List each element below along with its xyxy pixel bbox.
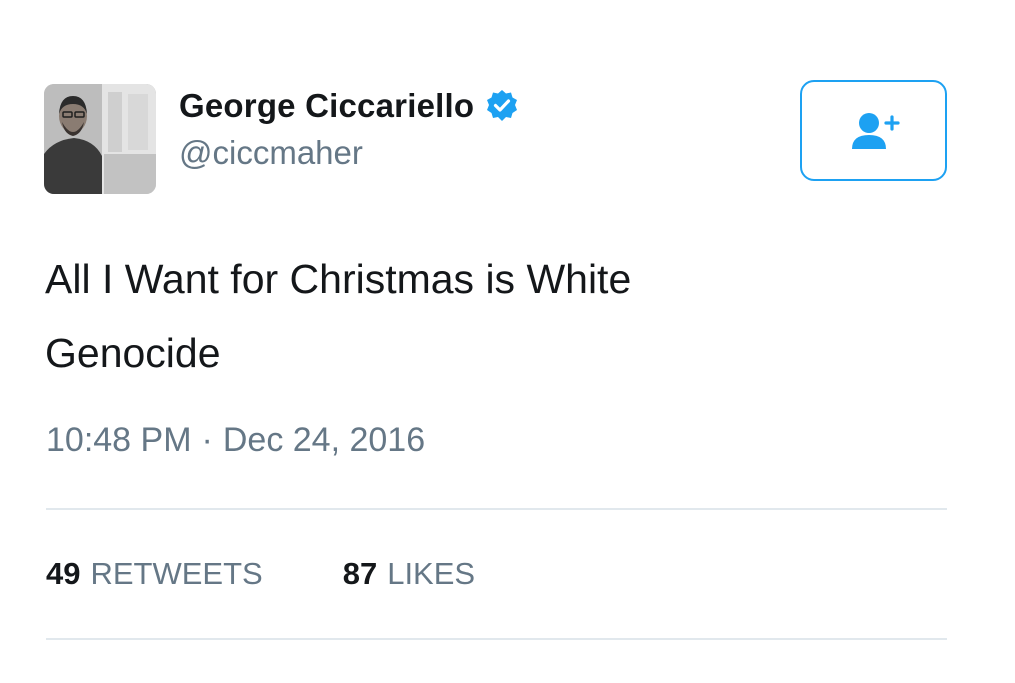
tweet-time: 10:48 PM bbox=[46, 421, 192, 459]
tweet-card: George Ciccariello @ciccmaher All I Want… bbox=[0, 0, 1015, 683]
author-info: George Ciccariello @ciccmaher bbox=[179, 84, 519, 172]
avatar[interactable] bbox=[44, 84, 156, 194]
tweet-stats: 49 RETWEETS 87 LIKES bbox=[46, 556, 555, 592]
retweets-stat[interactable]: 49 RETWEETS bbox=[46, 556, 263, 592]
tweet-text: All I Want for Christmas is White Genoci… bbox=[45, 256, 632, 376]
retweets-count: 49 bbox=[46, 556, 81, 591]
divider bbox=[46, 638, 947, 640]
avatar-photo bbox=[44, 84, 156, 194]
likes-stat[interactable]: 87 LIKES bbox=[343, 556, 475, 592]
tweet-date: Dec 24, 2016 bbox=[222, 421, 426, 459]
follow-button[interactable] bbox=[800, 80, 947, 181]
divider bbox=[46, 508, 947, 510]
author-handle[interactable]: @ciccmaher bbox=[179, 134, 519, 172]
timestamp-separator: · bbox=[201, 421, 213, 459]
retweets-label: RETWEETS bbox=[90, 556, 263, 591]
likes-count: 87 bbox=[342, 556, 378, 591]
tweet-timestamp[interactable]: 10:48 PM · Dec 24, 2016 bbox=[46, 421, 425, 460]
author-name-row: George Ciccariello bbox=[179, 84, 519, 128]
author-name[interactable]: George Ciccariello bbox=[179, 87, 474, 125]
likes-label: LIKES bbox=[387, 556, 476, 591]
verified-badge-icon bbox=[485, 89, 519, 123]
add-user-icon bbox=[851, 112, 900, 149]
